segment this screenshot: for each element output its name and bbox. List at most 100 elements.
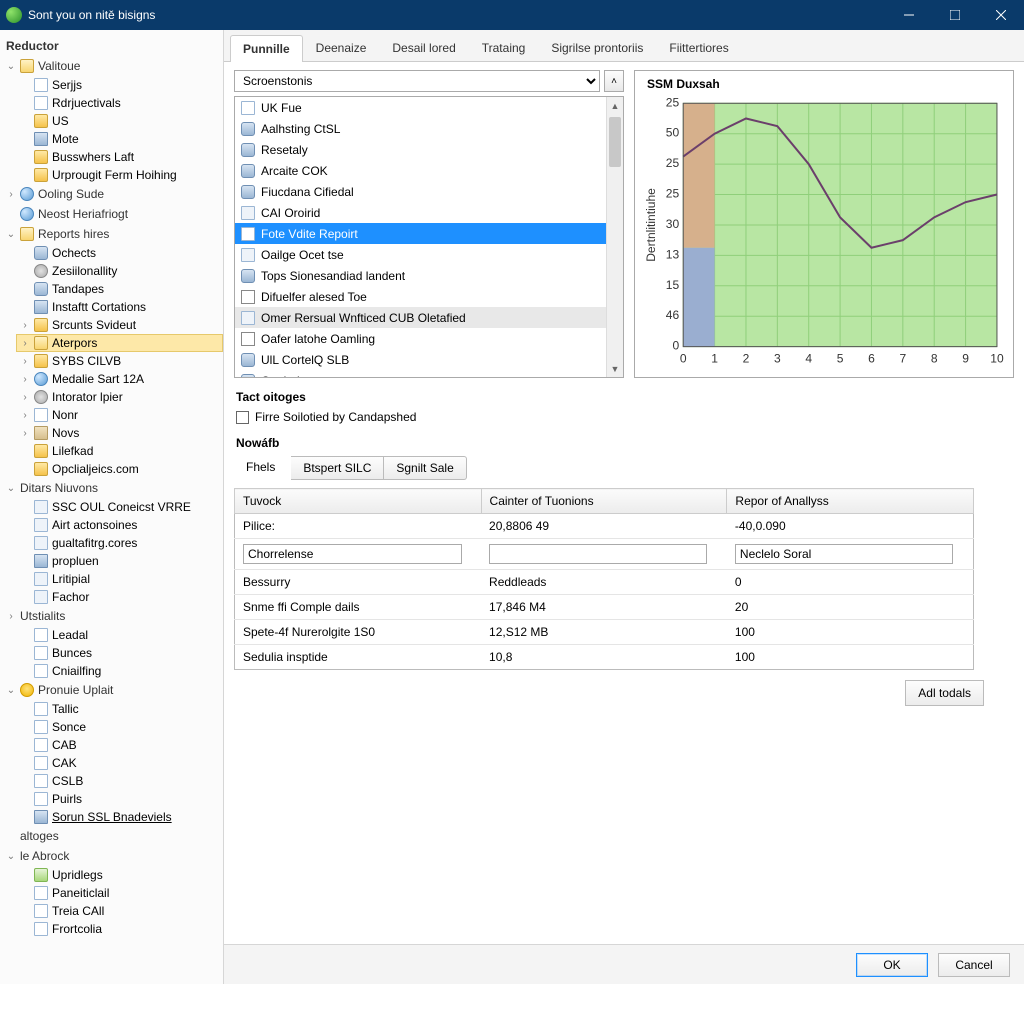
page-icon — [34, 664, 48, 678]
list-item[interactable]: UlL CortelQ SLB — [235, 349, 606, 370]
tree-group[interactable]: ⌄Pronuie Uplait — [0, 680, 223, 700]
column-header[interactable]: Repor of Anallyss — [727, 489, 974, 514]
tree-item[interactable]: Opclialjeics.com — [16, 460, 223, 478]
tree-item[interactable]: ›Aterpors — [16, 334, 223, 352]
tree-item[interactable]: Lilefkad — [16, 442, 223, 460]
tree-item[interactable]: Serjjs — [16, 76, 223, 94]
tree-item[interactable]: Sonce — [16, 718, 223, 736]
list-item[interactable]: Oailge Ocet tse — [235, 244, 606, 265]
svg-text:4: 4 — [805, 352, 812, 366]
tree-item[interactable]: Urprougit Ferm Hoihing — [16, 166, 223, 184]
list-item[interactable]: Omer Rersual Wnfticed CUB Oletafied — [235, 307, 606, 328]
tree-group[interactable]: ⌄Reports hires — [0, 224, 223, 244]
column-header[interactable]: Tuvock — [235, 489, 482, 514]
tab[interactable]: Deenaize — [303, 34, 380, 61]
tab[interactable]: Fiittertiores — [656, 34, 741, 61]
tab[interactable]: Trataing — [469, 34, 539, 61]
tree-item[interactable]: Upridlegs — [16, 866, 223, 884]
tree-item[interactable]: Fachor — [16, 588, 223, 606]
tree-item[interactable]: CAK — [16, 754, 223, 772]
listbox-selector[interactable]: Scroenstonis — [234, 70, 600, 92]
subtab[interactable]: Btspert SILC — [291, 456, 384, 480]
listbox-scrollbar[interactable]: ▲ ▼ — [606, 97, 623, 377]
scroll-up-icon[interactable]: ▲ — [607, 97, 623, 114]
scroll-thumb[interactable] — [609, 117, 621, 167]
tree-item[interactable]: Airt actonsoines — [16, 516, 223, 534]
tree-group[interactable]: ⌄le Abrock — [0, 846, 223, 866]
add-totals-button[interactable]: Adl todals — [905, 680, 984, 706]
tab[interactable]: Sigrilse prontoriis — [538, 34, 656, 61]
db-icon — [241, 164, 255, 178]
list-item[interactable]: Tops Sionesandiad landent — [235, 265, 606, 286]
tree-item[interactable]: Rdrjuectivals — [16, 94, 223, 112]
scroll-down-icon[interactable]: ▼ — [607, 360, 623, 377]
fire-checkbox[interactable] — [236, 411, 249, 424]
tree-item[interactable]: Puirls — [16, 790, 223, 808]
tree-item[interactable]: Tandapes — [16, 280, 223, 298]
list-item[interactable]: Aalhsting CtSL — [235, 118, 606, 139]
tree-item[interactable]: Frortcolia — [16, 920, 223, 938]
list-item[interactable]: Oafer latohe Oamling — [235, 328, 606, 349]
tree-item[interactable]: Paneiticlail — [16, 884, 223, 902]
tree-item[interactable]: ›Novs — [16, 424, 223, 442]
listbox-spin-up[interactable]: ˄ — [604, 70, 624, 92]
tree-item[interactable]: Bunces — [16, 644, 223, 662]
table-row: BessurryReddleads0 — [235, 570, 974, 595]
tree-item[interactable]: Lritipial — [16, 570, 223, 588]
tree-item[interactable]: Treia CAll — [16, 902, 223, 920]
column-header[interactable]: Cainter of Tuonions — [481, 489, 727, 514]
tree-item[interactable]: ›Medalie Sart 12A — [16, 370, 223, 388]
tree-item[interactable]: gualtafitrg.cores — [16, 534, 223, 552]
tree-group-label: Utstialits — [20, 609, 65, 623]
tree-item[interactable]: ›Intorator lpier — [16, 388, 223, 406]
cell-value: 100 — [727, 620, 974, 645]
tree-item[interactable]: Ochects — [16, 244, 223, 262]
subtab[interactable]: Sgnilt Sale — [384, 456, 466, 480]
tree-item[interactable]: Busswhers Laft — [16, 148, 223, 166]
cell-input[interactable] — [735, 544, 954, 564]
tree-item-label: Zesiilonallity — [52, 264, 117, 278]
chevron-icon: › — [20, 392, 30, 403]
list-item[interactable]: Arcaite COK — [235, 160, 606, 181]
tree-group[interactable]: ⌄Valitoue — [0, 56, 223, 76]
maximize-button[interactable] — [932, 0, 978, 30]
tree-item[interactable]: Mote — [16, 130, 223, 148]
tree-group[interactable]: ›Ooling Sude — [0, 184, 223, 204]
minimize-button[interactable] — [886, 0, 932, 30]
list-item[interactable]: Fiucdana Cifiedal — [235, 181, 606, 202]
tree-item[interactable]: ›Srcunts Svideut — [16, 316, 223, 334]
tree-item[interactable]: Cniailfing — [16, 662, 223, 680]
tree-item[interactable]: Leadal — [16, 626, 223, 644]
tree-group[interactable]: ›Utstialits — [0, 606, 223, 626]
ok-button[interactable]: OK — [856, 953, 928, 977]
tree-group[interactable]: altoges — [0, 826, 223, 846]
cell-input[interactable] — [489, 544, 707, 564]
list-item[interactable]: Difuelfer alesed Toe — [235, 286, 606, 307]
tree-item[interactable]: Tallic — [16, 700, 223, 718]
list-item[interactable]: Cetriod — [235, 370, 606, 377]
tree-item[interactable]: US — [16, 112, 223, 130]
tree-item[interactable]: Instaftt Cortations — [16, 298, 223, 316]
tree-item[interactable]: ›SYBS CILVB — [16, 352, 223, 370]
tree-item-label: Rdrjuectivals — [52, 96, 121, 110]
tree-item[interactable]: SSC OUL Coneicst VRRE — [16, 498, 223, 516]
tree-item[interactable]: CAB — [16, 736, 223, 754]
tree-item-label: Medalie Sart 12A — [52, 372, 144, 386]
list-item-label: UlL CortelQ SLB — [261, 353, 349, 367]
tree-item[interactable]: ›Nonr — [16, 406, 223, 424]
tree-group[interactable]: Neost Heriafriogt — [0, 204, 223, 224]
list-item[interactable]: Fote Vdite Repoirt — [235, 223, 606, 244]
list-item[interactable]: CAI Oroirid — [235, 202, 606, 223]
tab[interactable]: Desail lored — [379, 34, 468, 61]
tree-group[interactable]: ⌄Ditars Niuvons — [0, 478, 223, 498]
close-button[interactable] — [978, 0, 1024, 30]
tree-item[interactable]: Zesiilonallity — [16, 262, 223, 280]
tree-item[interactable]: Sorun SSL Bnadeviels — [16, 808, 223, 826]
cancel-button[interactable]: Cancel — [938, 953, 1010, 977]
list-item[interactable]: UK Fue — [235, 97, 606, 118]
cell-input[interactable] — [243, 544, 462, 564]
tab[interactable]: Punnille — [230, 35, 303, 62]
list-item[interactable]: Resetaly — [235, 139, 606, 160]
tree-item[interactable]: CSLB — [16, 772, 223, 790]
tree-item[interactable]: propluen — [16, 552, 223, 570]
